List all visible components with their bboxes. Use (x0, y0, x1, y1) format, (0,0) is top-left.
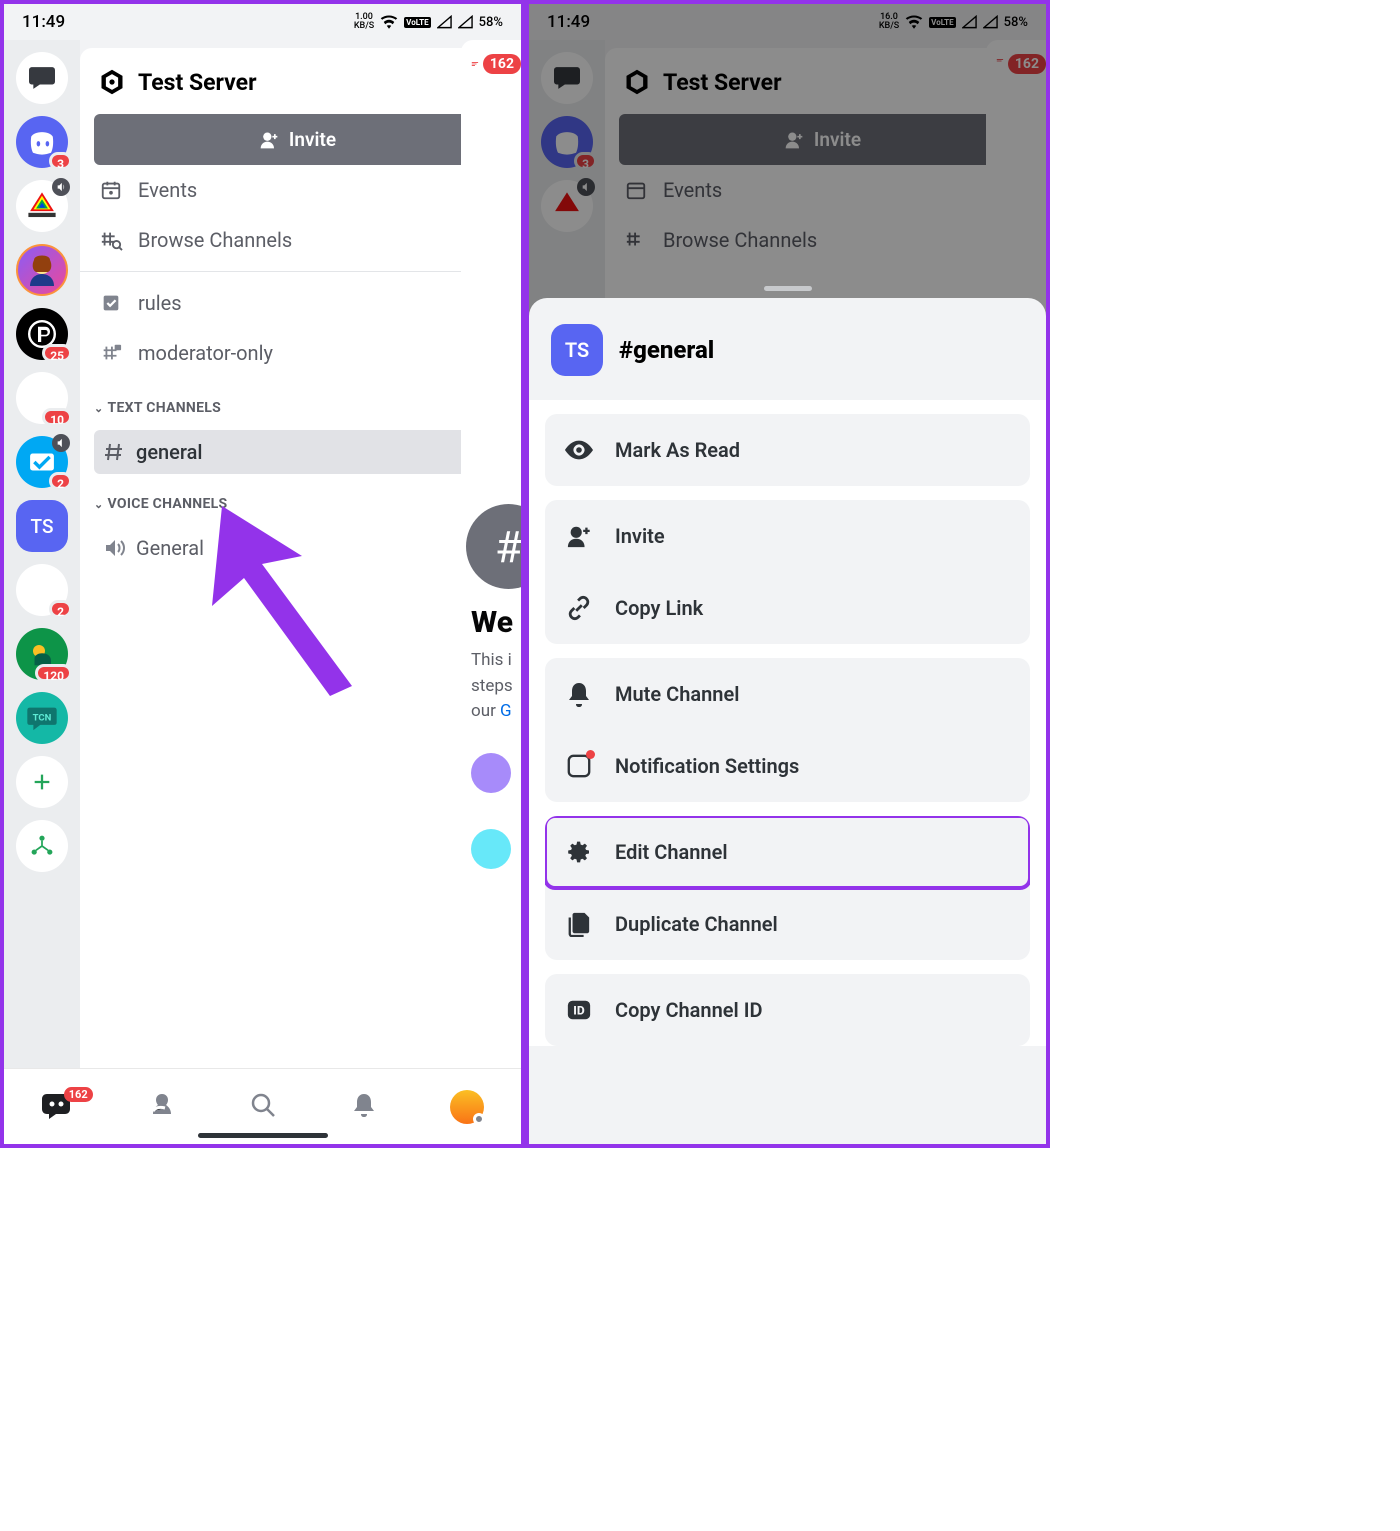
wifi-icon (380, 15, 398, 29)
invite-action[interactable]: Invite (545, 500, 1030, 572)
dm-button[interactable] (16, 52, 68, 104)
nav-notifications[interactable] (351, 1091, 377, 1123)
browse-item[interactable]: Browse Channels (94, 215, 501, 265)
link-icon (566, 595, 592, 621)
server-wumpus[interactable]: 3 (16, 116, 68, 168)
server-sail[interactable] (16, 180, 68, 232)
welcome-sub: This istepsour G (471, 648, 521, 725)
home-indicator (198, 1133, 328, 1138)
notification-settings-action[interactable]: Notification Settings (545, 730, 1030, 802)
add-server[interactable] (16, 756, 68, 808)
status-indicators: 1.00KB/S VoLTE 58% (354, 13, 503, 31)
nav-badge: 162 (64, 1087, 93, 1102)
badge: 3 (49, 152, 72, 170)
hash-large-icon: # (466, 504, 521, 589)
signal-icon (437, 15, 452, 29)
nav-search[interactable] (249, 1091, 277, 1123)
browse-icon (99, 229, 123, 251)
svg-text:TCN: TCN (33, 713, 52, 724)
copy-link-action[interactable]: Copy Link (545, 572, 1030, 644)
server-portrait[interactable] (16, 244, 68, 296)
server-ts-active[interactable]: TS (16, 500, 68, 552)
events-item[interactable]: Events (94, 165, 501, 215)
svg-text:ID: ID (573, 1004, 585, 1018)
channel-actions-sheet: TS #general Mark As Read Invite Copy Lin… (529, 298, 1046, 1144)
add-user-icon (566, 524, 592, 548)
server-rail[interactable]: 3 25 10 2 TS 2 120 TCN (4, 40, 80, 1144)
channel-name: #general (619, 336, 714, 364)
badge: 25 (42, 344, 72, 362)
chat-peek: 162 # We This istepsour G (461, 40, 521, 1074)
discover[interactable] (16, 820, 68, 872)
channel-general[interactable]: general (94, 430, 501, 474)
server-blank[interactable]: 10 (16, 372, 68, 424)
sheet-header: TS #general (529, 298, 1046, 400)
battery-percent: 58% (479, 15, 503, 30)
server-tcn[interactable]: TCN (16, 692, 68, 744)
plus-icon (31, 771, 53, 793)
hash-lock-icon (100, 342, 122, 364)
hash-icon (102, 440, 126, 464)
lines-icon (471, 57, 479, 71)
invite-button[interactable]: Invite (94, 114, 501, 165)
duplicate-channel-action[interactable]: Duplicate Channel (545, 888, 1030, 960)
mute-channel-action[interactable]: Mute Channel (545, 658, 1030, 730)
id-icon: ID (566, 997, 592, 1023)
sheet-handle[interactable] (764, 286, 812, 291)
add-user-icon (259, 131, 279, 149)
badge: 120 (35, 664, 72, 682)
rules-channel[interactable]: rules (94, 278, 501, 328)
rules-icon (100, 292, 122, 314)
eye-icon (565, 440, 593, 460)
nav-home[interactable]: 162 (41, 1091, 75, 1123)
hub-icon (29, 833, 55, 859)
bell-icon (351, 1091, 377, 1119)
server-avatar: TS (551, 324, 603, 376)
calendar-icon (100, 179, 122, 201)
chevron-down-icon: ⌄ (94, 498, 104, 511)
server-title[interactable]: Test Server (138, 69, 459, 96)
status-bar: 11:49 1.00KB/S VoLTE 58% (4, 4, 521, 40)
badge: 2 (49, 472, 72, 490)
copy-channel-id-action[interactable]: IDCopy Channel ID (545, 974, 1030, 1046)
chevron-down-icon: ⌄ (94, 402, 104, 415)
gear-icon (565, 838, 593, 866)
status-time: 11:49 (22, 12, 65, 32)
bell-icon (567, 681, 591, 707)
phone-left: 11:49 1.00KB/S VoLTE 58% 3 25 10 2 TS 2 … (0, 0, 525, 1148)
phone-right: 11:49 16.0KB/SVoLTE58% 3 Test Server••• … (525, 0, 1050, 1148)
speaker-icon (52, 434, 70, 452)
mark-as-read[interactable]: Mark As Read (545, 414, 1030, 486)
badge: 10 (42, 408, 72, 426)
edit-channel-action[interactable]: Edit Channel (545, 816, 1030, 888)
server-blank2[interactable]: 2 (16, 564, 68, 616)
server-boost-icon (98, 68, 126, 96)
nav-profile[interactable] (450, 1090, 484, 1124)
badge: 2 (49, 600, 72, 618)
moderator-channel[interactable]: moderator-only (94, 328, 501, 378)
cursor-arrow (212, 496, 372, 696)
signal-icon-2 (458, 15, 473, 29)
speaker-icon (52, 178, 70, 196)
nav-friends[interactable] (148, 1091, 176, 1123)
search-icon (249, 1091, 277, 1119)
volte-icon: VoLTE (404, 17, 430, 28)
copy-icon (567, 911, 591, 937)
server-green[interactable]: 120 (16, 628, 68, 680)
unread-badge: 162 (483, 54, 521, 74)
server-tc[interactable]: 2 (16, 436, 68, 488)
speaker-icon (102, 536, 126, 560)
chat-icon (29, 67, 55, 89)
text-channels-category[interactable]: ⌄TEXT CHANNELS+ (94, 378, 501, 430)
welcome-heading: We (471, 605, 521, 640)
notification-dot (586, 750, 595, 759)
server-p[interactable]: 25 (16, 308, 68, 360)
